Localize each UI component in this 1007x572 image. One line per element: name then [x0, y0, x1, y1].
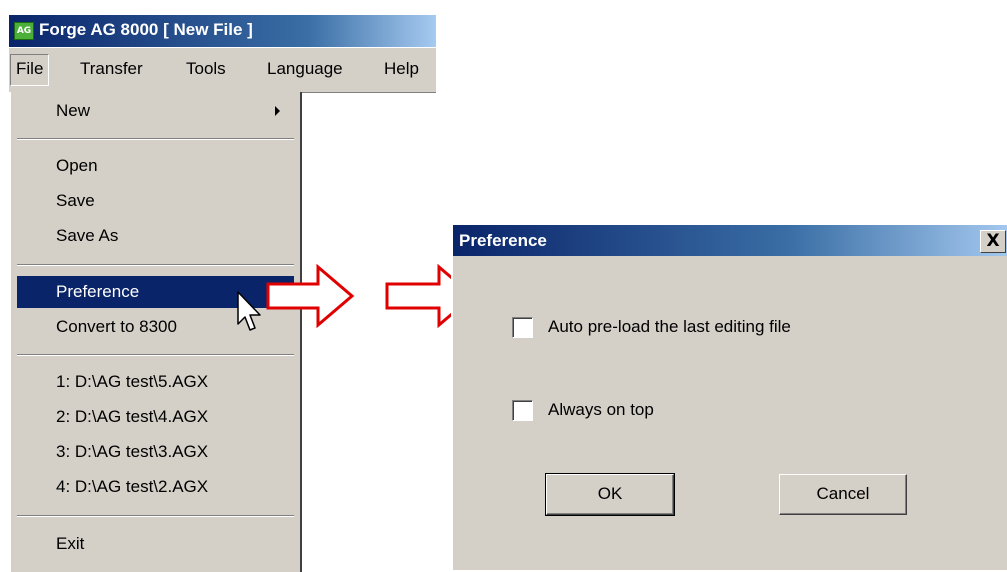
menu-item-recent-label: 3: D:\AG test\3.AGX — [56, 442, 209, 461]
menu-item-recent-3[interactable]: 3: D:\AG test\3.AGX — [17, 437, 294, 467]
menu-item-open[interactable]: Open — [17, 151, 294, 181]
menu-item-preference-label: Preference — [56, 282, 140, 301]
menu-language[interactable]: Language — [262, 54, 348, 84]
ok-button[interactable]: OK — [545, 473, 675, 516]
menu-transfer[interactable]: Transfer — [75, 54, 148, 84]
menu-item-exit[interactable]: Exit — [17, 529, 294, 559]
menubar: File Transfer Tools Language Help — [9, 48, 436, 93]
auto-preload-label: Auto pre-load the last editing file — [548, 317, 791, 336]
menu-item-exit-label: Exit — [56, 534, 85, 553]
menu-separator — [17, 138, 294, 140]
always-on-top-label: Always on top — [548, 400, 654, 419]
menu-item-recent-2[interactable]: 2: D:\AG test\4.AGX — [17, 402, 294, 432]
app-titlebar: AG Forge AG 8000 [ New File ] — [9, 15, 436, 47]
cancel-button[interactable]: Cancel — [779, 474, 907, 515]
dialog-title: Preference — [459, 231, 547, 250]
menu-separator — [17, 264, 294, 266]
menu-item-new[interactable]: New — [17, 96, 294, 126]
red-arrow-icon — [266, 264, 355, 328]
menu-file[interactable]: File — [10, 54, 50, 86]
app-logo-icon: AG — [14, 22, 34, 40]
submenu-arrow-icon — [275, 106, 280, 116]
menu-item-recent-label: 2: D:\AG test\4.AGX — [56, 407, 209, 426]
dialog-titlebar: Preference X — [453, 225, 1007, 256]
menu-item-save-label: Save — [56, 191, 95, 210]
preference-dialog: Preference X Auto pre-load the last edit… — [451, 223, 1007, 570]
menu-item-recent-label: 1: D:\AG test\5.AGX — [56, 372, 209, 391]
close-button[interactable]: X — [980, 230, 1006, 253]
menu-separator — [17, 354, 294, 356]
menu-item-save-as-label: Save As — [56, 226, 119, 245]
menu-separator — [17, 515, 294, 517]
menu-item-save[interactable]: Save — [17, 186, 294, 216]
menu-item-recent-label: 4: D:\AG test\2.AGX — [56, 477, 209, 496]
app-title: Forge AG 8000 [ New File ] — [39, 20, 253, 39]
always-on-top-checkbox[interactable] — [512, 400, 533, 421]
menu-item-recent-1[interactable]: 1: D:\AG test\5.AGX — [17, 367, 294, 397]
auto-preload-checkbox[interactable] — [512, 317, 533, 338]
menu-item-convert-label: Convert to 8300 — [56, 317, 177, 336]
menu-item-open-label: Open — [56, 156, 98, 175]
menu-item-recent-4[interactable]: 4: D:\AG test\2.AGX — [17, 472, 294, 502]
menu-item-new-label: New — [56, 101, 91, 120]
menu-help[interactable]: Help — [379, 54, 424, 84]
mouse-cursor-icon — [237, 291, 261, 331]
menu-item-save-as[interactable]: Save As — [17, 221, 294, 251]
menu-tools[interactable]: Tools — [181, 54, 231, 84]
